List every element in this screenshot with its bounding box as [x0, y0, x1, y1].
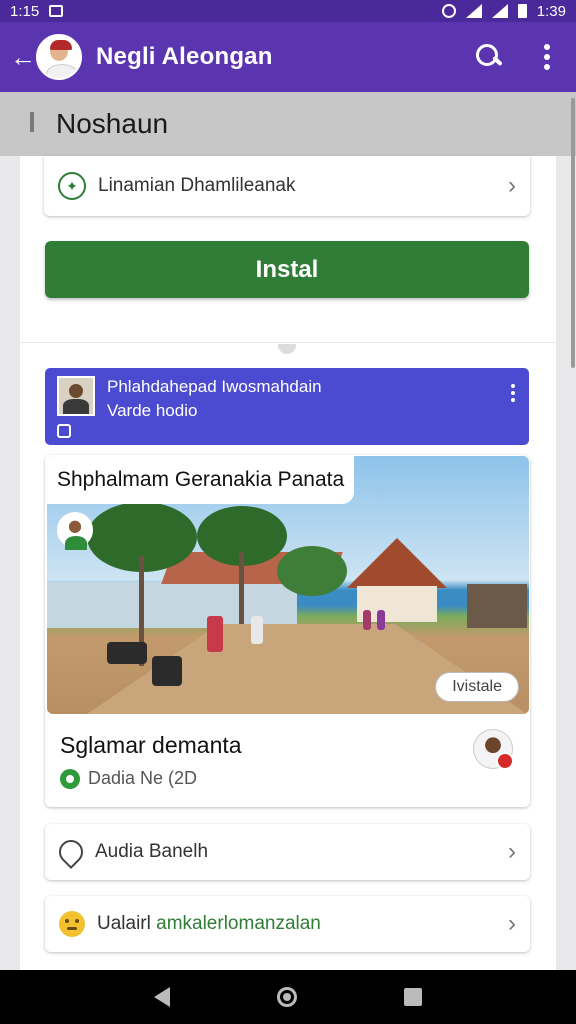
promo-banner[interactable]: Phlahdahepad Iwosmahdain Varde hodio: [45, 368, 529, 445]
person: [363, 610, 371, 630]
section-title: Noshaun: [56, 108, 169, 139]
promo-line-2: Varde hodio: [107, 401, 198, 420]
list-item[interactable]: Ualairl amkalerlomanzalan ›: [45, 896, 530, 952]
person: [207, 616, 223, 652]
list-item-label: Audia Banelh: [95, 841, 209, 862]
status-dot-icon: [60, 768, 80, 789]
emoji-icon: [59, 911, 85, 937]
post-title: Sglamar demanta: [60, 732, 242, 758]
palm-trunk: [239, 552, 244, 632]
promo-line-1: Phlahdahepad Iwosmahdain: [107, 377, 322, 396]
person: [377, 610, 385, 630]
nav-home-icon[interactable]: [276, 987, 297, 1007]
status-time-left: 1:15: [10, 2, 40, 20]
scrollbar[interactable]: [571, 98, 575, 368]
alarm-icon: [441, 4, 456, 18]
motorbike: [107, 642, 147, 664]
settings-row-label: Linamian Dhamlileanak: [98, 175, 296, 196]
nav-back-icon[interactable]: [153, 987, 170, 1007]
section-marker: [30, 112, 34, 132]
leaf-icon: ✦: [58, 172, 86, 200]
motorbike: [152, 656, 182, 686]
system-nav-bar: [0, 970, 576, 1024]
chevron-right-icon: ›: [508, 910, 516, 937]
person: [251, 616, 263, 644]
hut: [467, 584, 527, 628]
promo-thumbnail: [57, 376, 95, 416]
post-meta: Dadia Ne (2D: [60, 768, 197, 789]
author-avatar[interactable]: [57, 512, 93, 550]
house-roof: [347, 538, 447, 588]
chevron-right-icon: ›: [508, 172, 516, 199]
post-avatar[interactable]: [473, 729, 514, 770]
list-item[interactable]: Audia Banelh ›: [45, 824, 530, 880]
post-image[interactable]: Shphalmam Geranakia Panata Ivistale: [47, 456, 529, 714]
signal-icon: [491, 4, 508, 18]
pen-icon: [54, 835, 88, 869]
list-item-label: Ualairl amkalerlomanzalan: [97, 913, 321, 935]
section-header: Noshaun: [0, 92, 576, 156]
post-meta-text: Dadia Ne (2D: [88, 768, 198, 788]
tree: [277, 546, 347, 596]
settings-row[interactable]: ✦ Linamian Dhamlileanak ›: [44, 156, 530, 216]
promo-more-icon[interactable]: [511, 384, 515, 402]
nav-recents-icon[interactable]: [404, 988, 423, 1006]
status-time-right: 1:39: [536, 2, 566, 20]
arrow-left-icon[interactable]: ←: [10, 42, 36, 73]
image-title: Shphalmam Geranakia Panata: [47, 456, 355, 504]
more-vert-icon[interactable]: [544, 44, 550, 70]
install-button[interactable]: Instal: [45, 241, 529, 298]
notification-icon: [49, 5, 64, 17]
wifi-icon: [465, 4, 482, 18]
battery-icon: [517, 4, 527, 18]
ad-icon: [57, 424, 71, 438]
list-item-label-highlight: amkalerlomanzalan: [156, 913, 321, 934]
search-icon[interactable]: [474, 42, 504, 72]
list-item-label-prefix: Ualairl: [97, 913, 157, 934]
image-badge[interactable]: Ivistale: [435, 672, 519, 702]
chevron-right-icon: ›: [508, 838, 516, 865]
app-bar: ← Negli Aleongan: [0, 22, 576, 92]
avatar[interactable]: [36, 34, 82, 80]
status-bar: 1:15 1:39: [0, 0, 576, 22]
app-title: Negli Aleongan: [96, 43, 273, 70]
